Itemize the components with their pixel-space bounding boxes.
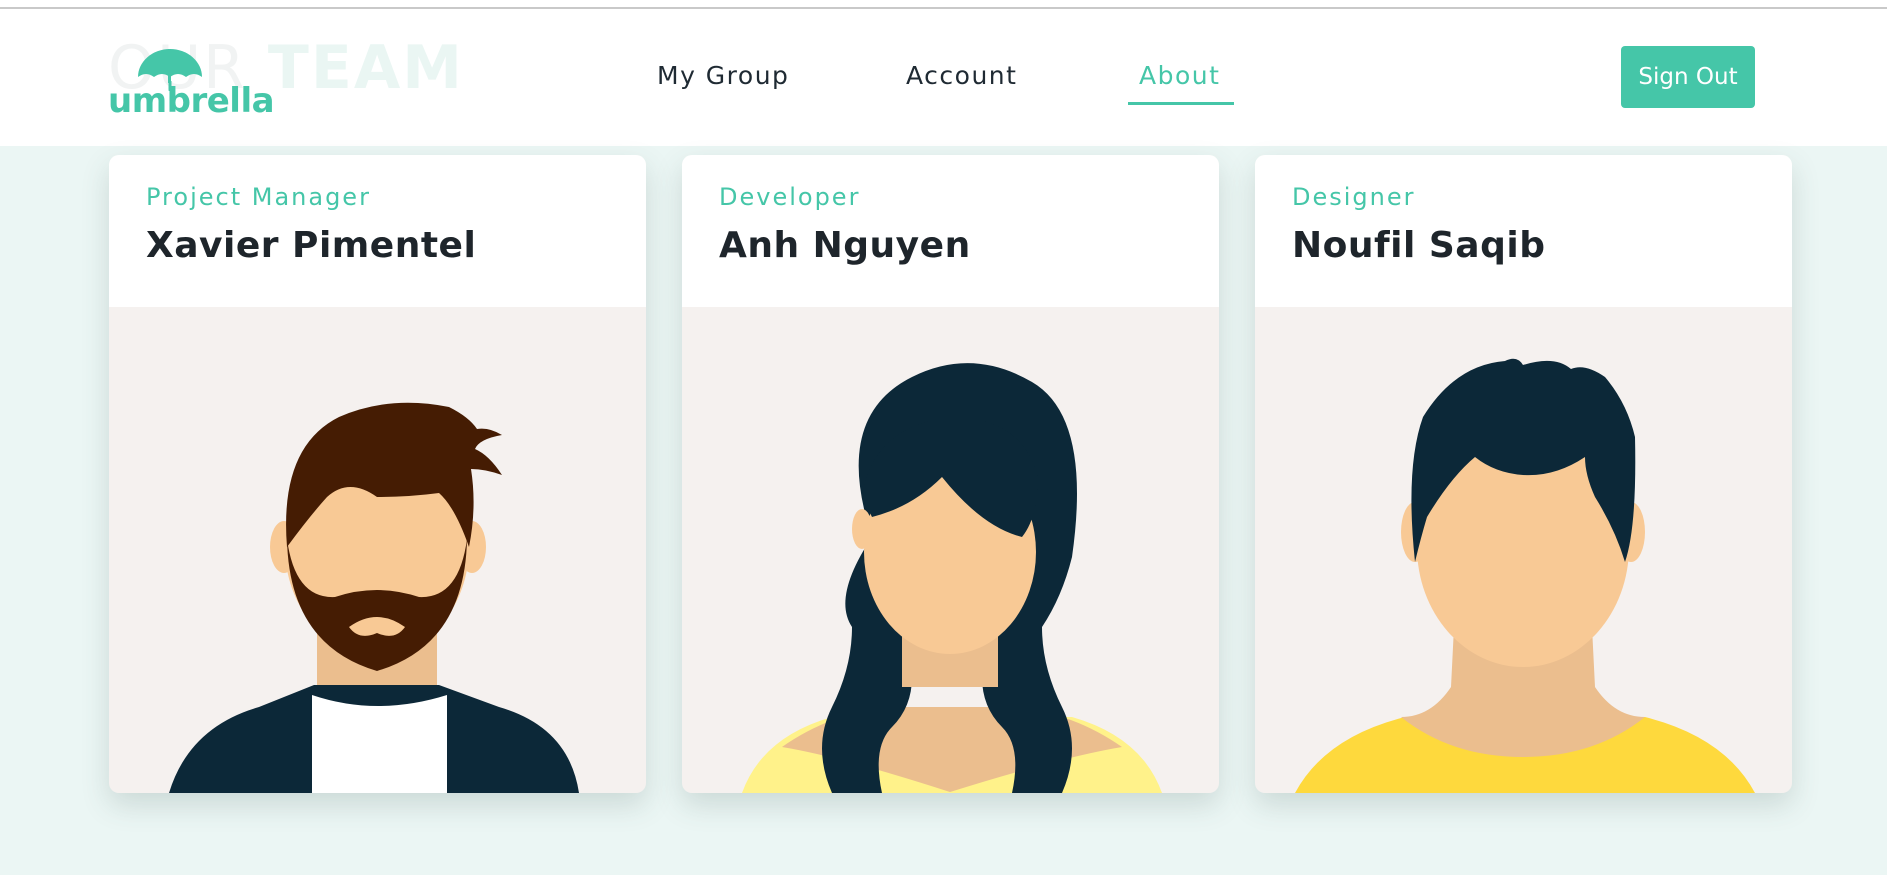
site-header: OUR TEAM umbrella My Group Account About… (0, 9, 1887, 146)
card-header: Project Manager Xavier Pimentel (109, 155, 646, 307)
member-role: Developer (719, 183, 861, 211)
nav-item-my-group[interactable]: My Group (657, 61, 789, 90)
long-hair-woman-avatar-icon (742, 363, 1162, 793)
member-name: Noufil Saqib (1292, 225, 1546, 266)
card-header: Designer Noufil Saqib (1255, 155, 1792, 307)
sign-out-button[interactable]: Sign Out (1621, 46, 1755, 108)
active-nav-indicator (1128, 102, 1234, 105)
nav-item-account[interactable]: Account (906, 61, 1017, 90)
member-name: Anh Nguyen (719, 225, 971, 266)
window-top-border (0, 0, 1887, 9)
card-header: Developer Anh Nguyen (682, 155, 1219, 307)
bearded-man-avatar-icon (169, 402, 579, 793)
umbrella-logo[interactable]: umbrella (106, 47, 275, 121)
heading-bold-word: TEAM (267, 33, 464, 103)
team-member-card: Developer Anh Nguyen (682, 155, 1219, 793)
short-hair-man-avatar-icon (1295, 358, 1755, 793)
member-role: Project Manager (146, 183, 371, 211)
team-member-card: Project Manager Xavier Pimentel (109, 155, 646, 793)
member-name: Xavier Pimentel (146, 225, 477, 266)
member-role: Designer (1292, 183, 1416, 211)
nav-item-about[interactable]: About (1139, 61, 1220, 90)
team-member-card: Designer Noufil Saqib (1255, 155, 1792, 793)
logo-wordmark: umbrella (108, 81, 275, 121)
